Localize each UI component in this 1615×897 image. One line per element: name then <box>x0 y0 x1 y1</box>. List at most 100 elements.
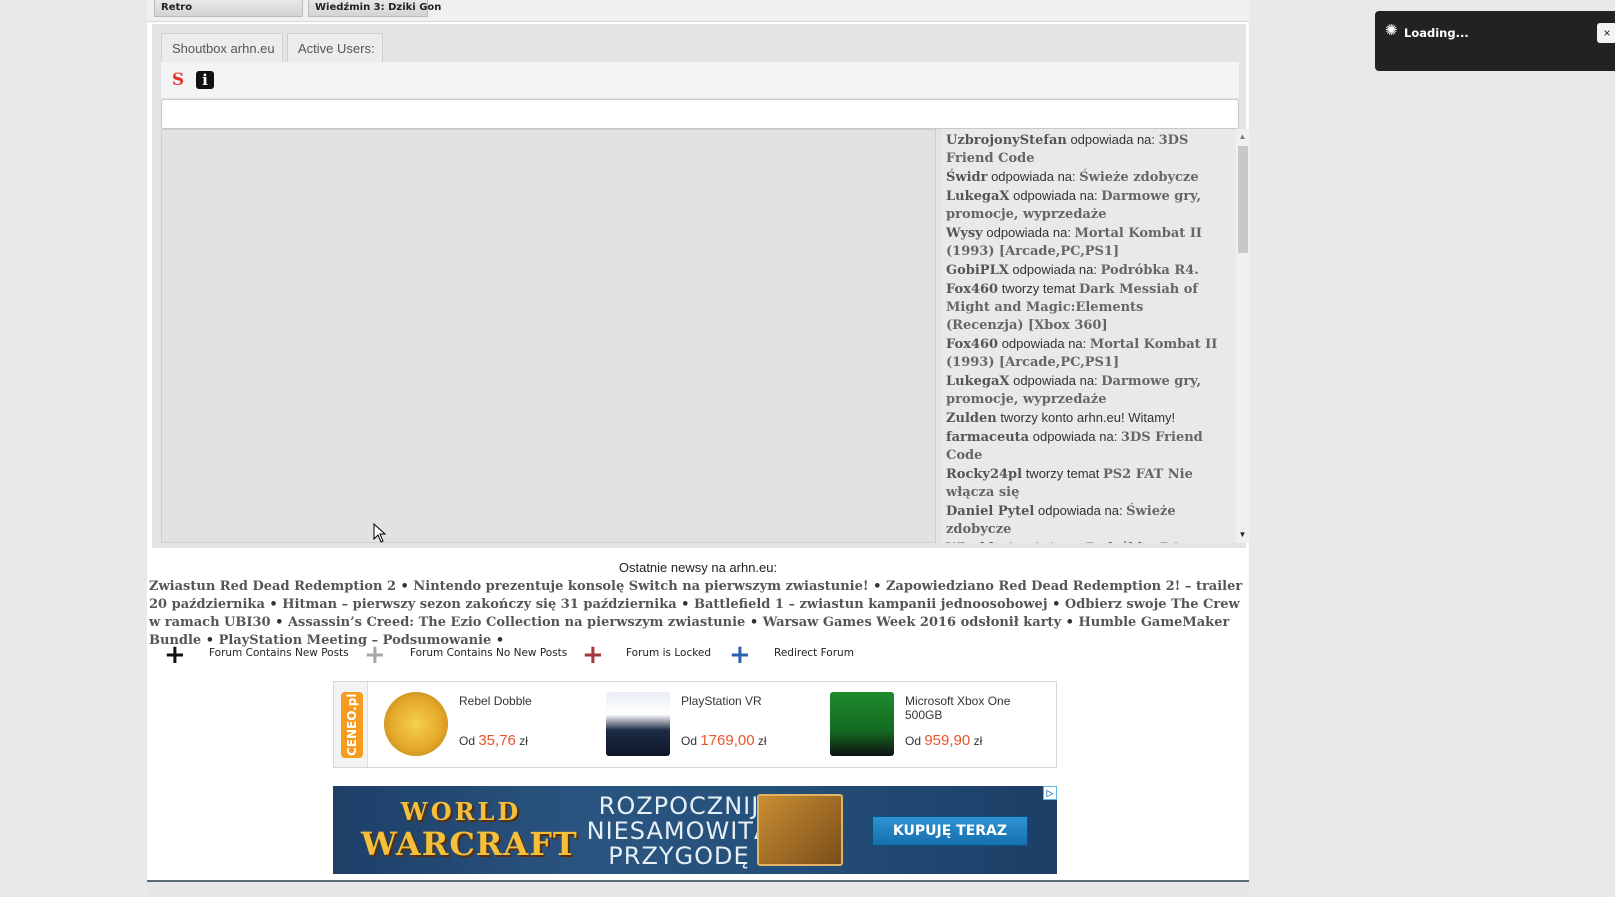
activity-user-link[interactable]: UzbrojonyStefan <box>946 133 1067 148</box>
activity-list: UzbrojonyStefan odpowiada na: 3DS Friend… <box>942 129 1224 543</box>
scroll-thumb[interactable] <box>1238 146 1248 253</box>
news-link[interactable]: Battlefield 1 – zwiastun kampanii jednoo… <box>694 597 1048 612</box>
news-separator: • <box>745 615 763 630</box>
activity-user-link[interactable]: GobiPLX <box>946 263 1009 278</box>
shoutbox-message-input[interactable] <box>161 99 1239 129</box>
news-separator: • <box>1047 597 1065 612</box>
price-amount: 35,76 <box>478 732 516 749</box>
product-price: Od 35,76 zł <box>459 732 528 749</box>
activity-item: Zulden tworzy konto arhn.eu! Witamy! <box>946 409 1220 428</box>
category-retro-button[interactable]: Retro <box>154 0 303 17</box>
ceneo-logo-text: CENEO.pl <box>341 692 363 758</box>
ceneo-logo[interactable]: CENEO.pl <box>334 682 368 767</box>
redirect-forum-icon: + <box>729 640 751 670</box>
activity-user-link[interactable]: Świdr <box>946 170 987 185</box>
activity-user-link[interactable]: Wysy <box>946 226 983 241</box>
new-posts-icon: + <box>164 640 186 670</box>
news-separator: • <box>201 633 219 648</box>
legend-locked-label: Forum is Locked <box>626 647 712 659</box>
price-currency: zł <box>515 734 528 748</box>
recent-activity-panel: UzbrojonyStefan odpowiada na: 3DS Friend… <box>942 129 1236 543</box>
activity-user-link[interactable]: Fox460 <box>946 282 998 297</box>
activity-user-link[interactable]: Zulden <box>946 411 997 426</box>
activity-verb: odpowiada na: <box>998 336 1090 351</box>
activity-user-link[interactable]: Witold <box>946 541 994 543</box>
activity-topic-link[interactable]: Świeże zdobycze <box>1079 170 1198 185</box>
product-card[interactable]: PlayStation VR Od 1769,00 zł <box>606 690 830 760</box>
footer-strip <box>147 882 1249 897</box>
product-price: Od 959,90 zł <box>905 732 982 749</box>
news-separator: • <box>270 615 288 630</box>
logo-line-2: WARCRAFT <box>361 825 578 863</box>
product-card[interactable]: Microsoft Xbox One 500GB Od 959,90 zł <box>830 690 1054 760</box>
adchoices-icon[interactable]: ▷ <box>1043 786 1057 800</box>
buy-now-button[interactable]: KUPUJĘ TERAZ <box>872 816 1028 846</box>
locked-forum-icon: + <box>582 640 604 670</box>
product-name[interactable]: PlayStation VR <box>681 694 821 708</box>
scroll-up-icon[interactable]: ▲ <box>1236 131 1249 143</box>
activity-user-link[interactable]: LukegaX <box>946 189 1009 204</box>
news-link[interactable]: Assassin’s Creed: The Ezio Collection na… <box>288 615 745 630</box>
warcraft-logo: WORLD WARCRAFT <box>361 796 578 866</box>
ceneo-widget: CENEO.pl Rebel Dobble Od 35,76 zł PlaySt… <box>333 681 1057 768</box>
news-ticker: Zwiastun Red Dead Redemption 2 • Nintend… <box>149 578 1249 650</box>
banner-headline-line-2: NIESAMOWITĄ <box>586 817 772 845</box>
activity-item: UzbrojonyStefan odpowiada na: 3DS Friend… <box>946 131 1220 168</box>
news-link[interactable]: Zwiastun Red Dead Redemption 2 <box>149 579 396 594</box>
product-card[interactable]: Rebel Dobble Od 35,76 zł <box>384 690 608 760</box>
price-amount: 1769,00 <box>700 732 755 749</box>
activity-verb: tworzy konto arhn.eu! Witamy! <box>996 410 1176 425</box>
activity-verb: odpowiada na: <box>1009 188 1102 203</box>
mouse-cursor-icon <box>373 523 387 543</box>
news-heading: Ostatnie newsy na arhn.eu: <box>618 560 778 575</box>
activity-user-link[interactable]: Rocky24pl <box>946 467 1022 482</box>
product-dobble-image[interactable] <box>384 692 448 756</box>
news-link[interactable]: Nintendo prezentuje konsolę Switch na pi… <box>413 579 868 594</box>
price-amount: 959,90 <box>924 732 971 749</box>
activity-verb: tworzy temat <box>1022 466 1103 481</box>
warcraft-ad-banner[interactable]: WORLD WARCRAFT ROZPOCZNIJ NIESAMOWITĄ PR… <box>333 786 1057 874</box>
activity-verb: odpowiada na: <box>1009 373 1102 388</box>
activity-item: Wysy odpowiada na: Mortal Kombat II (199… <box>946 224 1220 261</box>
category-witcher3-button[interactable]: Wiedźmin 3: Dziki Gon <box>308 0 441 17</box>
activity-item: LukegaX odpowiada na: Darmowe gry, promo… <box>946 372 1220 409</box>
activity-item: Świdr odpowiada na: Świeże zdobycze <box>946 168 1220 187</box>
product-name[interactable]: Microsoft Xbox One 500GB <box>905 694 1045 722</box>
tab-active-users[interactable]: Active Users: <box>287 33 383 63</box>
news-link[interactable]: PlayStation Meeting – Podsumowanie <box>219 633 492 648</box>
activity-topic-link[interactable]: Podróbka R4. <box>1086 541 1184 543</box>
logo-line-1: WORLD <box>400 797 522 826</box>
news-link[interactable]: Hitman – pierwszy sezon zakończy się 31 … <box>282 597 676 612</box>
legend-no-new-posts-label: Forum Contains No New Posts <box>410 647 568 659</box>
tab-shoutbox[interactable]: Shoutbox arhn.eu <box>161 33 283 63</box>
activity-item: farmaceuta odpowiada na: 3DS Friend Code <box>946 428 1220 465</box>
category-bar: Retro Wiedźmin 3: Dziki Gon <box>147 0 1249 22</box>
activity-user-link[interactable]: Daniel Pytel <box>946 504 1034 519</box>
activity-user-link[interactable]: farmaceuta <box>946 430 1029 445</box>
news-link[interactable]: Warsaw Games Week 2016 odsłonił karty <box>763 615 1061 630</box>
legend-new-posts-label: Forum Contains New Posts <box>209 647 349 659</box>
product-psvr-image[interactable] <box>606 692 670 756</box>
game-box-image <box>757 794 843 866</box>
price-prefix: Od <box>681 734 701 748</box>
product-name[interactable]: Rebel Dobble <box>459 694 599 708</box>
activity-scrollbar[interactable]: ▲ ▼ <box>1236 129 1249 543</box>
activity-item: Daniel Pytel odpowiada na: Świeże zdobyc… <box>946 502 1220 539</box>
info-icon[interactable]: i <box>196 71 214 89</box>
price-currency: zł <box>970 734 983 748</box>
activity-item: Fox460 odpowiada na: Mortal Kombat II (1… <box>946 335 1220 372</box>
news-separator: • <box>396 579 414 594</box>
activity-item: Witold odpowiada na: Podróbka R4. <box>946 539 1220 543</box>
activity-verb: odpowiada na: <box>987 169 1080 184</box>
activity-user-link[interactable]: Fox460 <box>946 337 998 352</box>
activity-topic-link[interactable]: Podróbka R4. <box>1101 263 1199 278</box>
product-xbox-image[interactable] <box>830 692 894 756</box>
activity-user-link[interactable]: LukegaX <box>946 374 1009 389</box>
activity-verb: odpowiada na: <box>1029 429 1121 444</box>
price-currency: zł <box>754 734 767 748</box>
spinner-icon: ✺ <box>1385 22 1398 39</box>
shoutbox-s-icon[interactable]: S <box>168 70 188 90</box>
activity-verb: odpowiada na: <box>1066 132 1159 147</box>
scroll-down-icon[interactable]: ▼ <box>1236 529 1249 541</box>
close-icon[interactable]: × <box>1597 23 1615 43</box>
